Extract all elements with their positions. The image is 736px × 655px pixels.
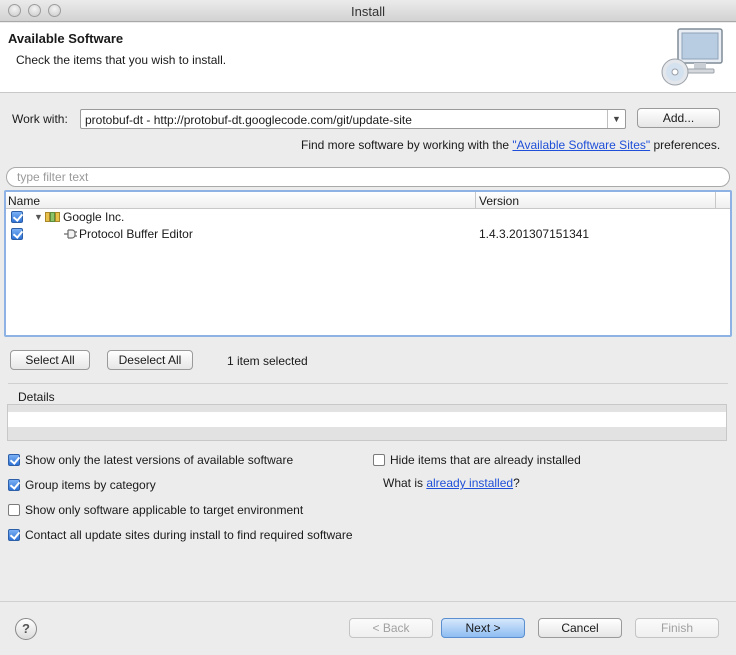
next-button[interactable]: Next > (441, 618, 525, 638)
select-all-button[interactable]: Select All (10, 350, 90, 370)
filter-field[interactable] (6, 167, 730, 187)
work-with-combo[interactable]: protobuf-dt - http://protobuf-dt.googlec… (80, 109, 626, 129)
already-installed-hint: What is already installed? (383, 476, 520, 490)
finish-button[interactable]: Finish (635, 618, 719, 638)
tree-row-label: Protocol Buffer Editor (79, 227, 193, 241)
column-header-version[interactable]: Version (479, 194, 519, 208)
protocol-buffer-editor-checkbox[interactable] (11, 228, 23, 240)
install-computer-icon (661, 28, 723, 86)
details-band (8, 405, 726, 412)
expand-triangle-icon[interactable]: ▼ (34, 212, 43, 222)
target-environment-checkbox[interactable] (8, 504, 20, 516)
feature-plug-icon (64, 229, 77, 239)
available-sites-hint: Find more software by working with the "… (301, 138, 720, 152)
page-title: Available Software (8, 31, 124, 46)
contact-update-sites-label[interactable]: Contact all update sites during install … (25, 528, 353, 542)
contact-update-sites-checkbox[interactable] (8, 529, 20, 541)
details-area (7, 404, 727, 441)
selection-count: 1 item selected (227, 354, 308, 368)
what-is-suffix: ? (513, 476, 520, 490)
target-environment-label[interactable]: Show only software applicable to target … (25, 503, 303, 517)
add-site-button[interactable]: Add... (637, 108, 720, 128)
category-icon (45, 212, 60, 222)
filter-input[interactable] (17, 170, 707, 184)
tree-header: Name Version (6, 192, 730, 209)
latest-versions-checkbox[interactable] (8, 454, 20, 466)
help-icon[interactable]: ? (15, 618, 37, 640)
already-installed-link[interactable]: already installed (426, 476, 513, 490)
deselect-all-button[interactable]: Deselect All (107, 350, 193, 370)
wizard-banner: Available Software Check the items that … (0, 23, 736, 93)
work-with-label: Work with: (12, 112, 68, 126)
cancel-button[interactable]: Cancel (538, 618, 622, 638)
details-label: Details (18, 390, 55, 404)
google-inc-checkbox[interactable] (11, 211, 23, 223)
group-by-category-checkbox[interactable] (8, 479, 20, 491)
work-with-value: protobuf-dt - http://protobuf-dt.googlec… (85, 113, 412, 127)
column-divider[interactable] (475, 192, 476, 208)
tree-row-version: 1.4.3.201307151341 (479, 227, 590, 241)
window-titlebar: Install (0, 0, 736, 22)
available-software-sites-link[interactable]: "Available Software Sites" (512, 138, 650, 152)
back-button[interactable]: < Back (349, 618, 433, 638)
footer-divider (0, 601, 736, 602)
hint-suffix: preferences. (650, 138, 721, 152)
hide-installed-checkbox[interactable] (373, 454, 385, 466)
column-header-name[interactable]: Name (8, 194, 40, 208)
column-divider[interactable] (715, 192, 716, 208)
tree-row-label: Google Inc. (63, 210, 125, 224)
hide-installed-label[interactable]: Hide items that are already installed (390, 453, 581, 467)
page-subtitle: Check the items that you wish to install… (16, 53, 227, 67)
section-divider (8, 383, 728, 384)
chevron-down-icon[interactable]: ▼ (607, 110, 625, 128)
hint-prefix: Find more software by working with the (301, 138, 513, 152)
details-band (8, 427, 726, 440)
software-tree[interactable]: Name Version ▼ Google Inc. Protocol Buff… (4, 190, 732, 337)
window-title: Install (351, 4, 385, 19)
group-by-category-label[interactable]: Group items by category (25, 478, 156, 492)
what-is-prefix: What is (383, 476, 427, 490)
latest-versions-label[interactable]: Show only the latest versions of availab… (25, 453, 293, 467)
